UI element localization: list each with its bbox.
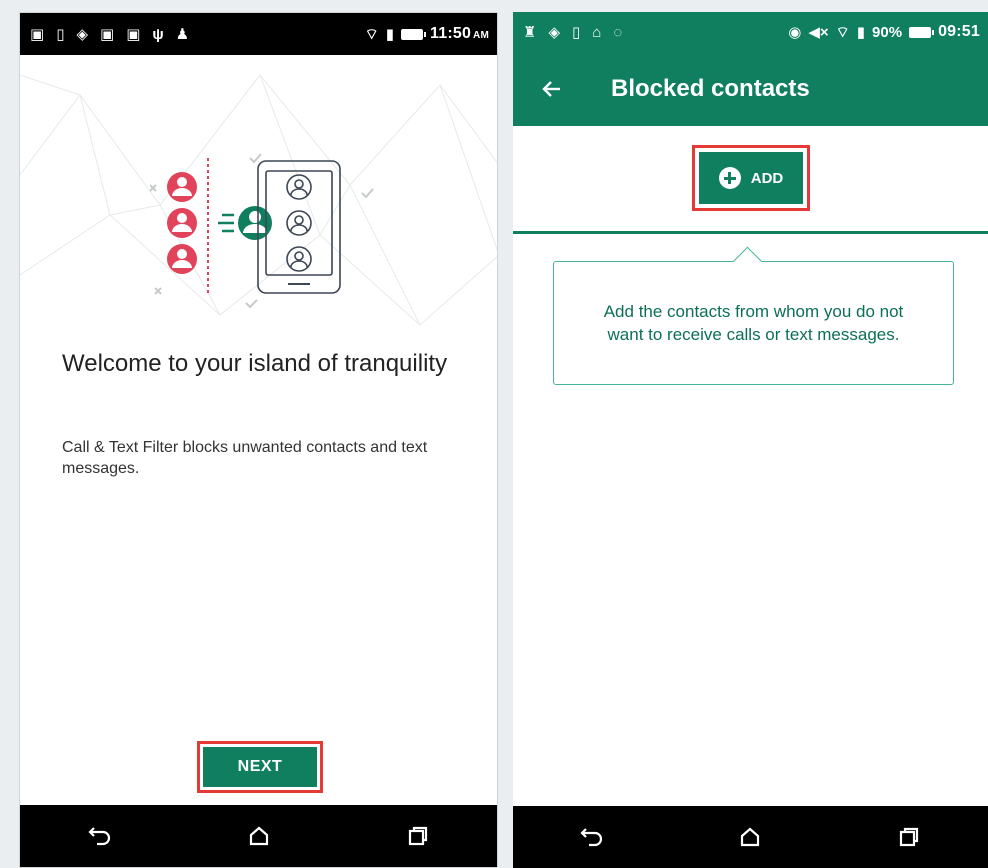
status-bar: ▣ ▯ ◈ ▣ ▣ ψ ♟ ⌔ ▮ 11:50 AM [20, 13, 497, 55]
motion-lines [218, 213, 234, 233]
wifi-icon: ⌔ [364, 25, 379, 43]
divider [513, 231, 988, 234]
nav-home-icon[interactable] [730, 817, 770, 857]
shield-icon: ◈ [76, 26, 88, 43]
notification-icons: ▣ ▯ ◈ ▣ ▣ ψ ♟ [30, 25, 190, 44]
page-title: Blocked contacts [611, 75, 810, 102]
notification-icon: ▯ [56, 26, 65, 43]
nav-recents-icon[interactable] [889, 817, 929, 857]
navigation-bar [20, 805, 497, 867]
welcome-title: Welcome to your island of tranquility [62, 350, 448, 377]
shield-icon: ◈ [548, 24, 560, 41]
notification-icon: ◌ [613, 23, 623, 41]
status-bar: ♜ ◈ ▯ ⌂ ◌ ◉ ◀× ⌔ ▮ 90% 09:51 [513, 12, 988, 52]
mute-icon: ◀× [808, 24, 829, 41]
contact-icon [167, 244, 197, 274]
signal-icon: ▮ [385, 26, 394, 43]
back-arrow-icon[interactable] [527, 64, 577, 114]
battery-icon [909, 26, 935, 38]
signal-icon: ▮ [856, 24, 866, 41]
nav-back-icon[interactable] [572, 817, 612, 857]
notification-icon: ▯ [572, 24, 581, 41]
blocking-illustration [150, 153, 380, 309]
status-time: 09:51 [938, 23, 980, 40]
status-time: 11:50 AM [430, 25, 489, 42]
cross-icon [150, 184, 162, 295]
usb-icon: ψ [152, 25, 164, 43]
plus-circle-icon [718, 167, 741, 189]
battery-icon [401, 28, 426, 40]
notification-icon: ♜ [523, 24, 537, 41]
next-button[interactable]: NEXT [203, 747, 317, 787]
wifi-icon: ⌔ [835, 23, 850, 41]
hint-text: Add the contacts from whom you do not wa… [603, 302, 904, 344]
contact-icon [167, 172, 197, 202]
notification-icon: ▣ [126, 26, 141, 43]
notification-icon: ▣ [30, 26, 45, 43]
add-button[interactable]: ADD [699, 152, 803, 204]
blocked-contacts-screen: ♜ ◈ ▯ ⌂ ◌ ◉ ◀× ⌔ ▮ 90% 09:51 Blocked con… [513, 12, 988, 868]
notification-icons: ♜ ◈ ▯ ⌂ ◌ [523, 23, 623, 42]
highlight-frame: ADD [692, 145, 810, 211]
add-label: ADD [750, 169, 784, 187]
nav-back-icon[interactable] [80, 816, 120, 856]
contact-icon [167, 208, 197, 238]
hint-tooltip: Add the contacts from whom you do not wa… [553, 261, 954, 385]
highlight-frame: NEXT [197, 741, 323, 793]
notification-icon: ♟ [175, 26, 190, 43]
navigation-bar [513, 806, 988, 868]
notification-icon: ▣ [100, 26, 115, 43]
welcome-description: Call & Text Filter blocks unwanted conta… [62, 439, 428, 477]
nav-recents-icon[interactable] [398, 816, 438, 856]
welcome-screen: ▣ ▯ ◈ ▣ ▣ ψ ♟ ⌔ ▮ 11:50 AM Welcome to yo… [19, 12, 498, 868]
contact-icon [238, 206, 272, 240]
nav-home-icon[interactable] [239, 816, 279, 856]
app-bar: Blocked contacts [513, 52, 988, 126]
notification-icon: ◉ [788, 24, 802, 41]
battery-percent: 90% [872, 23, 903, 41]
notification-icon: ⌂ [592, 23, 602, 41]
